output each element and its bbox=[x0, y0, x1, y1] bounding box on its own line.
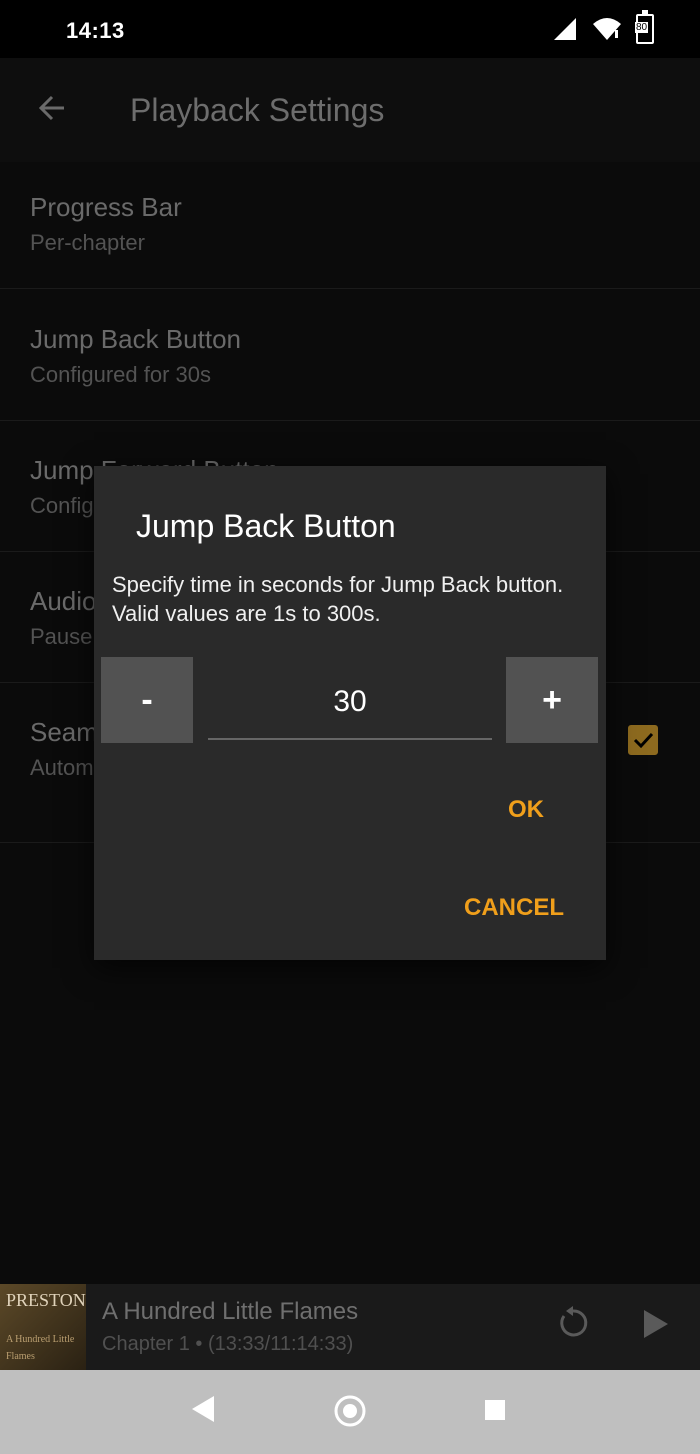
seconds-input[interactable]: 30 bbox=[208, 666, 492, 740]
status-icons: 80 bbox=[552, 10, 654, 44]
dialog-message: Specify time in seconds for Jump Back bu… bbox=[112, 572, 564, 626]
book-cover[interactable]: PRESTON A Hundred Little Flames bbox=[0, 1284, 86, 1370]
battery-level: 80 bbox=[635, 22, 649, 33]
replay-icon[interactable] bbox=[556, 1306, 590, 1340]
seamless-checkbox[interactable] bbox=[628, 725, 658, 755]
page-title: Playback Settings bbox=[130, 92, 385, 128]
setting-jump-back-button[interactable]: Jump Back Button Configured for 30s bbox=[0, 289, 700, 421]
status-bar: 14:13 80 bbox=[0, 0, 700, 58]
setting-subtitle: Configured for 30s bbox=[30, 362, 211, 387]
app-bar: Playback Settings bbox=[0, 58, 700, 162]
battery-icon: 80 bbox=[635, 10, 654, 44]
increment-button[interactable]: + bbox=[506, 657, 598, 743]
cover-title: A Hundred Little Flames bbox=[6, 1334, 75, 1362]
status-time: 14:13 bbox=[66, 18, 125, 43]
setting-title: Jump Back Button bbox=[30, 324, 241, 354]
setting-title: Progress Bar bbox=[30, 192, 182, 222]
nav-back-icon[interactable] bbox=[190, 1394, 216, 1424]
dialog-title: Jump Back Button bbox=[136, 508, 396, 544]
nav-recents-icon[interactable] bbox=[483, 1398, 507, 1422]
player-subtitle: Chapter 1 • (13:33/11:14:33) bbox=[102, 1333, 354, 1355]
decrement-button[interactable]: - bbox=[101, 657, 193, 743]
setting-subtitle: Per-chapter bbox=[30, 230, 145, 255]
cover-author: PRESTON bbox=[6, 1290, 86, 1310]
setting-subtitle: Pause bbox=[30, 624, 93, 649]
player-title: A Hundred Little Flames bbox=[102, 1298, 359, 1325]
mini-player[interactable]: PRESTON A Hundred Little Flames A Hundre… bbox=[0, 1284, 700, 1370]
signal-icon bbox=[554, 18, 576, 40]
play-icon[interactable] bbox=[642, 1308, 670, 1340]
cancel-button[interactable]: CANCEL bbox=[464, 894, 564, 922]
back-arrow-icon[interactable] bbox=[36, 92, 68, 124]
check-icon bbox=[633, 732, 654, 749]
nav-home-icon[interactable] bbox=[333, 1394, 367, 1428]
navigation-bar bbox=[0, 1370, 700, 1454]
setting-progress-bar[interactable]: Progress Bar Per-chapter bbox=[0, 162, 700, 289]
setting-title: Audio bbox=[30, 586, 97, 616]
ok-button[interactable]: OK bbox=[508, 796, 544, 824]
jump-back-dialog: Jump Back Button Specify time in seconds… bbox=[94, 466, 606, 960]
wifi-icon bbox=[593, 18, 621, 40]
